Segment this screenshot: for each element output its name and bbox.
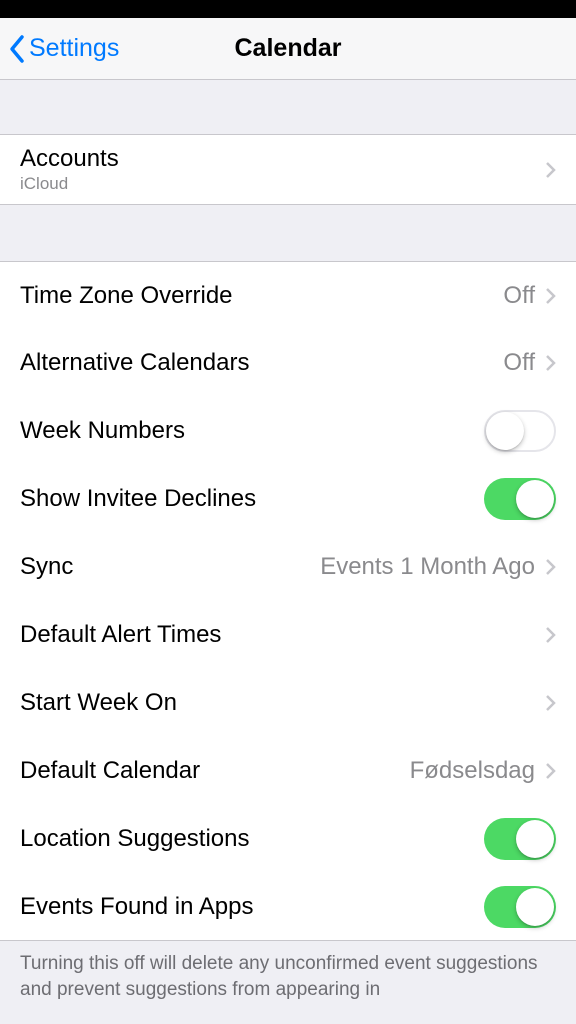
row-label: Sync (20, 553, 320, 581)
show-invitee-declines-toggle[interactable] (484, 478, 556, 520)
footer-text: Turning this off will delete any unconfi… (0, 941, 576, 1002)
chevron-right-icon (545, 626, 556, 644)
sync-row[interactable]: Sync Events 1 Month Ago (0, 533, 576, 601)
toggle-knob (516, 820, 554, 858)
row-value: Off (503, 349, 535, 377)
location-suggestions-row: Location Suggestions (0, 805, 576, 873)
row-label: Week Numbers (20, 417, 484, 445)
toggle-knob (516, 888, 554, 926)
section-gap (0, 80, 576, 134)
chevron-left-icon (8, 34, 25, 64)
row-label: Default Calendar (20, 757, 410, 785)
row-label: Default Alert Times (20, 621, 545, 649)
row-value: Events 1 Month Ago (320, 553, 535, 581)
back-label: Settings (29, 34, 119, 63)
row-label: Start Week On (20, 689, 545, 717)
timezone-override-row[interactable]: Time Zone Override Off (0, 261, 576, 329)
navigation-bar: Settings Calendar (0, 18, 576, 80)
chevron-right-icon (545, 354, 556, 372)
row-label: Location Suggestions (20, 825, 484, 853)
page-title: Calendar (235, 34, 342, 63)
toggle-knob (486, 412, 524, 450)
show-invitee-declines-row: Show Invitee Declines (0, 465, 576, 533)
default-calendar-row[interactable]: Default Calendar Fødselsdag (0, 737, 576, 805)
row-value: Fødselsdag (410, 757, 535, 785)
week-numbers-row: Week Numbers (0, 397, 576, 465)
back-button[interactable]: Settings (0, 34, 119, 64)
accounts-label: Accounts (20, 145, 119, 173)
row-label: Alternative Calendars (20, 349, 503, 377)
section-gap (0, 205, 576, 261)
location-suggestions-toggle[interactable] (484, 818, 556, 860)
toggle-knob (516, 480, 554, 518)
events-found-in-apps-row: Events Found in Apps (0, 873, 576, 941)
accounts-sublabel: iCloud (20, 174, 68, 194)
events-found-in-apps-toggle[interactable] (484, 886, 556, 928)
chevron-right-icon (545, 161, 556, 179)
row-value: Off (503, 282, 535, 310)
start-week-on-row[interactable]: Start Week On (0, 669, 576, 737)
accounts-row[interactable]: Accounts iCloud (0, 134, 576, 205)
default-alert-times-row[interactable]: Default Alert Times (0, 601, 576, 669)
row-label: Time Zone Override (20, 282, 503, 310)
week-numbers-toggle[interactable] (484, 410, 556, 452)
row-label: Events Found in Apps (20, 893, 484, 921)
chevron-right-icon (545, 287, 556, 305)
chevron-right-icon (545, 694, 556, 712)
chevron-right-icon (545, 558, 556, 576)
alternative-calendars-row[interactable]: Alternative Calendars Off (0, 329, 576, 397)
row-label: Show Invitee Declines (20, 485, 484, 513)
status-bar (0, 0, 576, 18)
chevron-right-icon (545, 762, 556, 780)
